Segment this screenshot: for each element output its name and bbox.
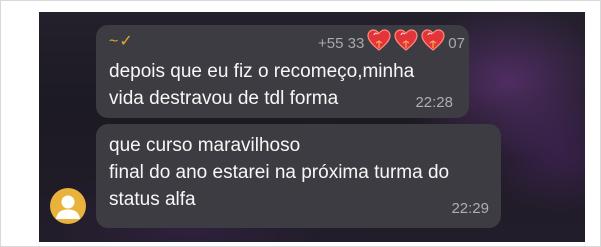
phone-prefix: +55 33 [318, 34, 365, 52]
heart-icon [421, 29, 445, 51]
message-bubble[interactable]: que curso maravilhoso final do ano estar… [96, 124, 501, 228]
message-time: 22:28 [415, 94, 453, 111]
sender-row: ~✓ [109, 31, 134, 51]
heart-icon [367, 29, 391, 51]
sender-name[interactable]: ~✓ [109, 31, 134, 51]
message-text: que curso maravilhoso final do ano estar… [109, 135, 450, 210]
message-time: 22:29 [451, 200, 489, 217]
heart-icon [394, 29, 418, 51]
message-text: depois que eu fiz o recomeço,minha vida … [109, 61, 415, 109]
user-avatar-icon [56, 195, 80, 219]
screenshot-frame: ~✓ +55 33 07 depois que eu fiz o recomeç… [0, 0, 601, 247]
phone-suffix: 07 [448, 34, 465, 52]
sender-phone[interactable]: +55 33 07 [318, 29, 465, 53]
heart-emoji-group [366, 29, 447, 53]
avatar[interactable] [50, 188, 86, 224]
message-bubble[interactable]: ~✓ +55 33 07 depois que eu fiz o recomeç… [96, 25, 469, 118]
